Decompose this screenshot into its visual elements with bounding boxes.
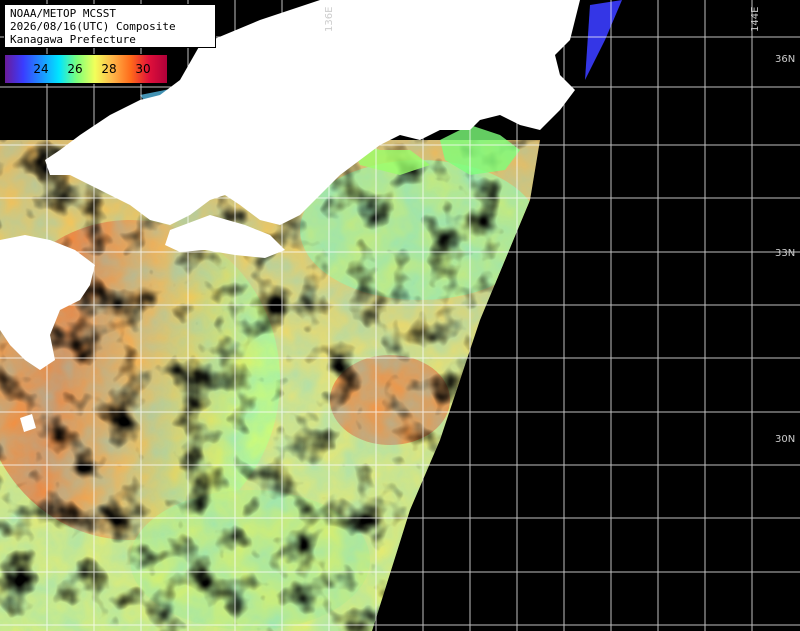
title-date: 2026/08/16(UTC) Composite	[10, 20, 176, 33]
sst-map	[0, 0, 800, 631]
lat-label-33n: 33N	[775, 248, 796, 259]
legend-tick-24: 24	[33, 62, 49, 76]
lon-label-136e: 136E	[324, 6, 335, 32]
title-satellite: NOAA/METOP MCSST	[10, 7, 116, 20]
sst-color-legend: 24 26 28 30	[4, 54, 168, 84]
title-box: NOAA/METOP MCSST 2026/08/16(UTC) Composi…	[4, 4, 216, 48]
legend-tick-28: 28	[101, 62, 117, 76]
legend-tick-26: 26	[67, 62, 83, 76]
title-region: Kanagawa Prefecture	[10, 33, 136, 46]
legend-tick-30: 30	[135, 62, 151, 76]
lat-label-36n: 36N	[775, 54, 796, 65]
lon-label-144e: 144E	[750, 6, 761, 32]
lat-label-30n: 30N	[775, 434, 796, 445]
